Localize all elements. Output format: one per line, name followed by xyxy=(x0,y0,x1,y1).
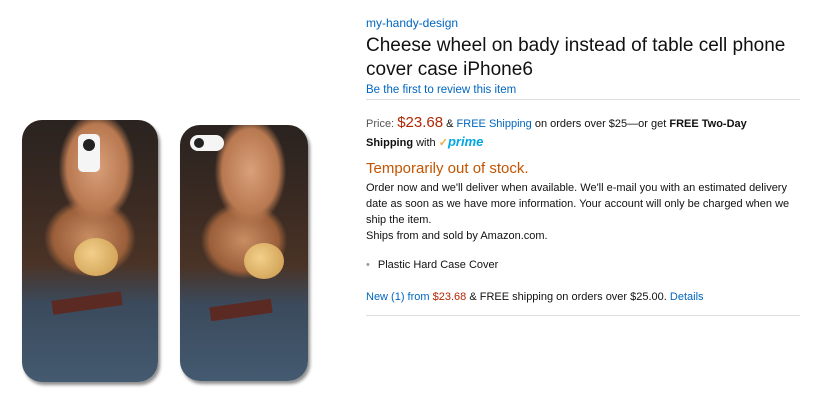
review-link[interactable]: Be the first to review this item xyxy=(366,84,516,96)
details-link[interactable]: Details xyxy=(670,291,704,303)
ships-from: Ships from and sold by Amazon.com. xyxy=(366,230,548,242)
delivery-note: Order now and we'll deliver when availab… xyxy=(366,182,790,226)
stock-status: Temporarily out of stock. xyxy=(366,160,529,177)
bullet-icon: • xyxy=(366,259,370,271)
cheese-wheel-graphic xyxy=(74,238,118,276)
camera-cutout xyxy=(78,134,100,172)
product-image-galaxy-case[interactable] xyxy=(22,120,158,382)
stock-description: Order now and we'll deliver when availab… xyxy=(366,180,796,244)
prime-logo[interactable]: prime xyxy=(448,134,483,149)
price-block: Price: $23.68 & FREE Shipping on orders … xyxy=(366,114,786,152)
divider xyxy=(366,99,800,100)
shipping-mid-text: on orders over $25—or get xyxy=(534,118,667,130)
divider xyxy=(366,315,800,316)
offer-price: $23.68 xyxy=(432,291,467,303)
camera-cutout xyxy=(190,135,224,151)
new-offers-link[interactable]: New (1) from xyxy=(366,291,430,303)
prime-check-icon: ✓ xyxy=(438,137,448,149)
price-amount: $23.68 xyxy=(397,114,444,131)
feature-text: Plastic Hard Case Cover xyxy=(377,259,499,271)
product-images[interactable] xyxy=(0,0,345,400)
feature-list-item: • Plastic Hard Case Cover xyxy=(366,259,498,271)
with-text: with xyxy=(416,137,436,149)
price-label: Price: xyxy=(366,118,395,130)
cheese-wheel-graphic xyxy=(244,243,284,279)
price-amp: & xyxy=(446,118,454,130)
brand-link[interactable]: my-handy-design xyxy=(366,16,458,30)
offer-shipping-text: & FREE shipping on orders over $25.00. xyxy=(469,291,667,303)
offer-listing: New (1) from $23.68 & FREE shipping on o… xyxy=(366,291,704,303)
product-image-iphone-case[interactable] xyxy=(180,125,308,381)
product-title: Cheese wheel on bady instead of table ce… xyxy=(366,35,786,80)
free-shipping-link[interactable]: FREE Shipping xyxy=(457,118,532,130)
